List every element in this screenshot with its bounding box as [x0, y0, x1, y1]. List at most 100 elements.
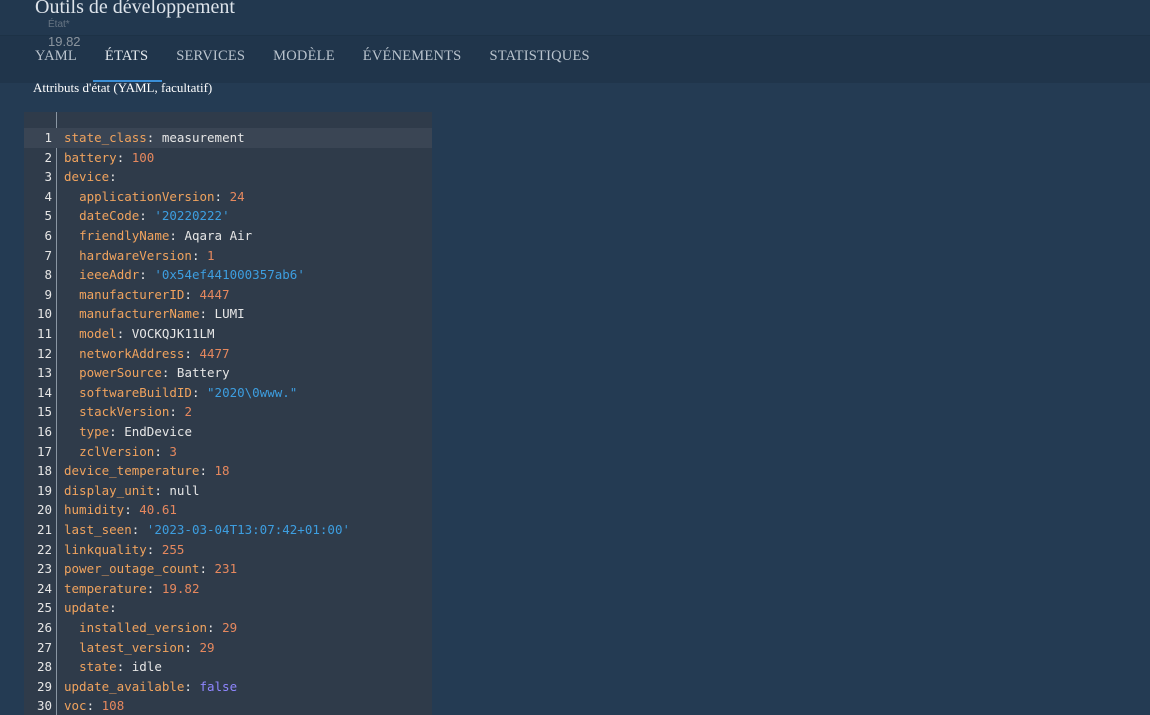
- code-text: type: EndDevice: [79, 424, 192, 439]
- code-line[interactable]: 9 manufacturerID: 4447: [24, 285, 432, 305]
- line-number: 14: [36, 384, 52, 400]
- code-line[interactable]: 29 update_available: false: [24, 677, 432, 697]
- line-number: 24: [36, 580, 52, 596]
- yaml-key: voc: [64, 698, 87, 714]
- line-number: 26: [36, 620, 52, 635]
- line-number: 4: [44, 188, 52, 204]
- yaml-value: 255: [161, 541, 185, 557]
- code-line[interactable]: 23 power_outage_count: 231: [24, 559, 432, 579]
- line-number: 7: [44, 247, 52, 263]
- attributes-label: Attributs d'état (YAML, facultatif): [33, 80, 213, 95]
- code-line[interactable]: 22 linkquality: 255: [24, 540, 432, 560]
- code-text: state_class: measurement: [64, 130, 245, 145]
- code-line[interactable]: 6 friendlyName: Aqara Air: [24, 226, 432, 246]
- line-number: 30: [36, 698, 52, 714]
- code-line[interactable]: 18 device_temperature: 18: [24, 461, 432, 481]
- code-line[interactable]: 28 state: idle: [24, 657, 432, 677]
- code-text: power_outage_count: 231: [64, 561, 238, 577]
- tab-states[interactable]: ÉTATS: [92, 48, 163, 82]
- code-line[interactable]: 19 display_unit: null: [24, 481, 432, 501]
- yaml-key: softwareBuildID: [79, 384, 192, 400]
- code-line[interactable]: 5 dateCode: '20220222': [24, 206, 432, 226]
- line-number: 27: [36, 639, 52, 655]
- code-text: zclVersion: 3: [79, 443, 177, 459]
- tab-events[interactable]: ÉVÉNEMENTS: [363, 48, 462, 82]
- code-line[interactable]: 21 last_seen: '2023-03-04T13:07:42+01:00': [24, 520, 432, 540]
- yaml-key: display_unit: [64, 482, 155, 498]
- code-text: model: VOCKQJK11LM: [79, 326, 215, 341]
- line-number: 5: [44, 208, 52, 224]
- line-number: 16: [36, 424, 52, 439]
- yaml-value: 3: [169, 443, 177, 459]
- yaml-key: powerSource: [79, 365, 162, 381]
- code-line[interactable]: 3 device:: [24, 167, 432, 187]
- code-text: networkAddress: 4477: [79, 345, 230, 361]
- state-field[interactable]: État* 19.82: [48, 19, 81, 50]
- code-text: manufacturerID: 4447: [79, 286, 230, 302]
- yaml-value: 108: [101, 698, 125, 714]
- code-line[interactable]: 30 voc: 108: [24, 696, 432, 715]
- tab-yaml[interactable]: YAML: [35, 48, 77, 82]
- yaml-code-editor[interactable]: 1 state_class: measurement 2 battery: 100 3 d…: [24, 112, 432, 715]
- tab-bar: YAML ÉTATS SERVICES MODÈLE ÉVÉNEMENTS ST…: [35, 48, 618, 82]
- yaml-key: model: [79, 326, 117, 341]
- code-text: humidity: 40.61: [64, 502, 177, 518]
- code-line[interactable]: 17 zclVersion: 3: [24, 442, 432, 462]
- yaml-key: applicationVersion: [79, 188, 215, 204]
- code-line[interactable]: 27 latest_version: 29: [24, 638, 432, 658]
- code-text: device:: [64, 169, 117, 185]
- code-line[interactable]: 2 battery: 100: [24, 148, 432, 168]
- code-text: linkquality: 255: [64, 541, 185, 557]
- yaml-key: friendlyName: [79, 228, 170, 243]
- code-text: device_temperature: 18: [64, 463, 230, 479]
- line-number: 11: [36, 326, 52, 341]
- code-text: state: idle: [79, 659, 162, 675]
- yaml-key: networkAddress: [79, 345, 185, 361]
- code-line[interactable]: 12 networkAddress: 4477: [24, 344, 432, 364]
- yaml-key: update_available: [64, 678, 185, 694]
- code-line[interactable]: 16 type: EndDevice: [24, 422, 432, 442]
- code-line[interactable]: 11 model: VOCKQJK11LM: [24, 324, 432, 344]
- code-text: update_available: false: [64, 678, 238, 694]
- code-line[interactable]: 15 stackVersion: 2: [24, 402, 432, 422]
- code-line[interactable]: 24 temperature: 19.82: [24, 579, 432, 599]
- line-number: 6: [44, 228, 52, 243]
- yaml-value: 4447: [199, 286, 230, 302]
- code-line[interactable]: 25 update:: [24, 598, 432, 618]
- yaml-key: device_temperature: [64, 463, 200, 479]
- line-number: 13: [36, 365, 52, 381]
- code-text: latest_version: 29: [79, 639, 215, 655]
- yaml-value: measurement: [161, 130, 245, 145]
- yaml-key: manufacturerID: [79, 286, 185, 302]
- code-line[interactable]: 13 powerSource: Battery: [24, 363, 432, 383]
- yaml-key: type: [79, 424, 110, 439]
- yaml-value: 24: [229, 188, 245, 204]
- line-number: 21: [36, 522, 52, 537]
- yaml-value: '20220222': [154, 208, 230, 224]
- yaml-value: 100: [131, 149, 155, 165]
- code-line[interactable]: 8 ieeeAddr: '0x54ef441000357ab6': [24, 265, 432, 285]
- code-line[interactable]: 14 softwareBuildID: "2020\0www.": [24, 383, 432, 403]
- code-text: stackVersion: 2: [79, 404, 192, 420]
- tab-statistics[interactable]: STATISTIQUES: [489, 48, 589, 82]
- code-line[interactable]: 4 applicationVersion: 24: [24, 187, 432, 207]
- yaml-value: false: [199, 678, 238, 694]
- code-line[interactable]: 20 humidity: 40.61: [24, 500, 432, 520]
- line-number: 18: [36, 463, 52, 479]
- tab-template[interactable]: MODÈLE: [273, 48, 335, 82]
- line-number: 23: [36, 561, 52, 577]
- line-number: 2: [44, 149, 52, 165]
- yaml-value: Aqara Air: [184, 228, 253, 243]
- line-number: 8: [44, 267, 52, 283]
- code-line[interactable]: 26 installed_version: 29: [24, 618, 432, 638]
- code-line[interactable]: 1 state_class: measurement: [24, 128, 432, 148]
- yaml-value: '2023-03-04T13:07:42+01:00': [146, 522, 350, 537]
- line-number: 19: [36, 482, 52, 498]
- line-number: 12: [36, 345, 52, 361]
- tab-services[interactable]: SERVICES: [176, 48, 245, 82]
- yaml-value: EndDevice: [124, 424, 192, 439]
- code-line[interactable]: 7 hardwareVersion: 1: [24, 246, 432, 266]
- code-line[interactable]: 10 manufacturerName: LUMI: [24, 304, 432, 324]
- code-text: display_unit: null: [64, 482, 200, 498]
- yaml-value: 29: [222, 620, 238, 635]
